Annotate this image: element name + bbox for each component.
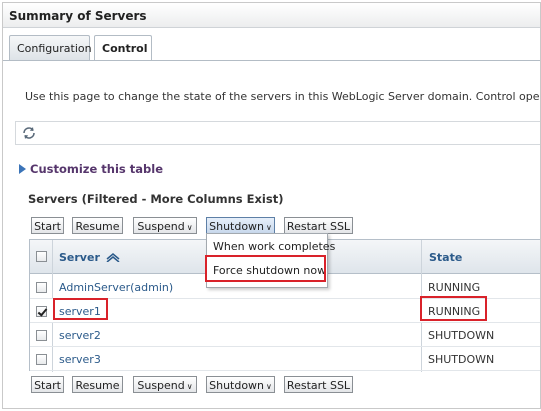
row-checkbox[interactable]	[36, 354, 47, 365]
expand-triangle-icon	[19, 164, 26, 174]
highlight-box	[53, 298, 108, 320]
restart-ssl-button[interactable]: Restart SSL	[284, 217, 353, 234]
highlight-box	[420, 296, 487, 321]
start-button[interactable]: Start	[31, 217, 64, 234]
chevron-down-icon: ∨	[186, 382, 193, 391]
shutdown-label: Shutdown	[209, 220, 265, 233]
panel-title: Summary of Servers	[3, 3, 540, 28]
server-header-label: Server	[59, 251, 100, 264]
table-caption: Servers (Filtered - More Columns Exist)	[28, 192, 284, 206]
menu-item-when-work-completes[interactable]: When work completes	[213, 240, 335, 253]
customize-table-link[interactable]: Customize this table	[19, 162, 163, 176]
shutdown-button[interactable]: Shutdown ∨	[206, 217, 275, 234]
restart-ssl-button[interactable]: Restart SSL	[284, 376, 353, 393]
row-checkbox[interactable]	[36, 306, 47, 317]
refresh-bar	[15, 121, 540, 145]
sort-ascending-icon	[106, 253, 120, 263]
shutdown-button[interactable]: Shutdown ∨	[206, 376, 275, 393]
suspend-label: Suspend	[137, 220, 185, 233]
server-link[interactable]: server2	[59, 329, 101, 342]
row-checkbox[interactable]	[36, 282, 47, 293]
select-all-checkbox[interactable]	[36, 251, 47, 262]
intro-text: Use this page to change the state of the…	[25, 90, 540, 103]
chevron-down-icon: ∨	[186, 223, 193, 232]
resume-button[interactable]: Resume	[72, 376, 123, 393]
start-button[interactable]: Start	[31, 376, 64, 393]
chevron-down-icon: ∨	[266, 382, 272, 391]
refresh-icon[interactable]	[21, 125, 37, 141]
suspend-button[interactable]: Suspend ∨	[133, 376, 197, 393]
chevron-down-icon: ∨	[266, 223, 272, 232]
suspend-button[interactable]: Suspend ∨	[133, 217, 197, 234]
suspend-label: Suspend	[137, 379, 185, 392]
server-column-header[interactable]: Server	[59, 251, 120, 264]
servers-panel: Summary of Servers Configuration Control…	[2, 2, 541, 409]
row-checkbox[interactable]	[36, 330, 47, 341]
table-row: server3 SHUTDOWN	[30, 347, 540, 371]
customize-label: Customize this table	[30, 162, 163, 176]
table-row: server2 SHUTDOWN	[30, 323, 540, 347]
highlight-box	[205, 255, 326, 282]
server-state: RUNNING	[428, 281, 481, 294]
server-link[interactable]: AdminServer(admin)	[59, 281, 173, 294]
state-column-header[interactable]: State	[429, 251, 462, 264]
tab-configuration[interactable]: Configuration	[9, 35, 92, 61]
shutdown-label: Shutdown	[209, 379, 265, 392]
tab-divider	[3, 60, 540, 61]
server-state: SHUTDOWN	[428, 329, 495, 342]
server-link[interactable]: server3	[59, 353, 101, 366]
tab-control[interactable]: Control	[94, 35, 152, 61]
resume-button[interactable]: Resume	[72, 217, 123, 234]
server-state: SHUTDOWN	[428, 353, 495, 366]
